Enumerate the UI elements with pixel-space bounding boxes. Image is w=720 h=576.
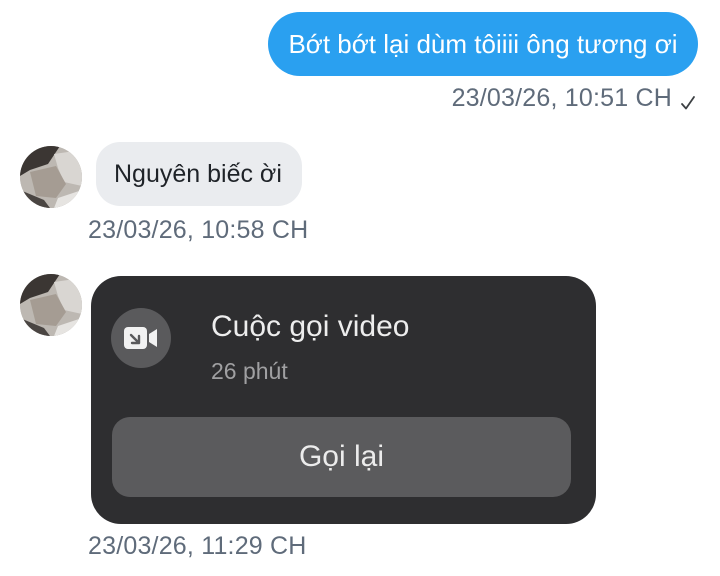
call-title: Cuộc gọi video bbox=[211, 310, 410, 343]
call-timestamp: 23/03/26, 11:29 CH bbox=[88, 532, 307, 560]
call-back-label: Gọi lại bbox=[298, 440, 385, 473]
call-back-button[interactable]: Gọi lại bbox=[112, 417, 571, 497]
video-call-icon bbox=[111, 308, 171, 368]
incoming-message-bubble[interactable]: Nguyên biếc ời bbox=[96, 142, 302, 206]
avatar[interactable] bbox=[20, 146, 82, 208]
outgoing-message-text: Bớt bớt lại dùm tôiiii ông tương ơi bbox=[288, 28, 678, 59]
call-duration: 26 phút bbox=[211, 358, 288, 384]
video-call-card[interactable]: Cuộc gọi video 26 phút Gọi lại bbox=[91, 276, 596, 524]
incoming-message-timestamp: 23/03/26, 10:58 CH bbox=[88, 216, 309, 244]
outgoing-message-meta: 23/03/26, 10:51 CH bbox=[452, 84, 696, 113]
avatar[interactable] bbox=[20, 274, 82, 336]
incoming-message-text: Nguyên biếc ời bbox=[114, 159, 282, 188]
check-icon bbox=[680, 90, 696, 109]
outgoing-message-bubble[interactable]: Bớt bớt lại dùm tôiiii ông tương ơi bbox=[268, 12, 698, 76]
outgoing-message-timestamp: 23/03/26, 10:51 CH bbox=[451, 84, 672, 112]
